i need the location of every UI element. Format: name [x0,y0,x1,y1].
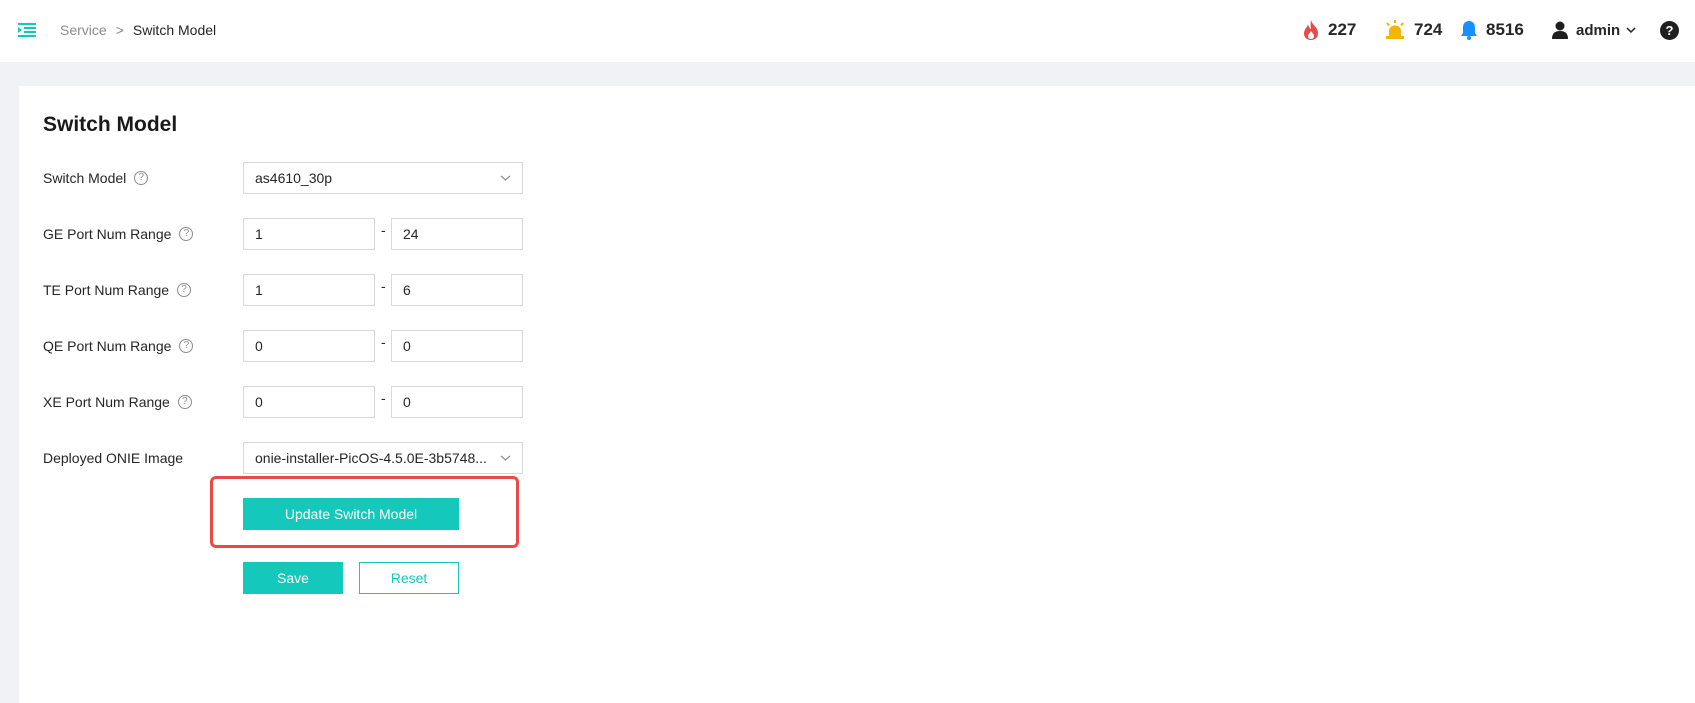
ge-range-to-input[interactable]: 24 [391,218,523,250]
critical-alarm-count: 227 [1328,20,1357,39]
breadcrumb-current: Switch Model [132,22,217,38]
warning-alarm-count: 724 [1414,20,1443,39]
onie-image-value: onie-installer-PicOS-4.5.0E-3b5748... [255,450,487,466]
qe-range-to-input[interactable]: 0 [391,330,523,362]
xe-range-to-input[interactable]: 0 [391,386,523,418]
question-circle-icon[interactable]: ? [177,283,192,297]
te-range-label-text: TE Port Num Range [43,282,170,298]
chevron-down-icon [500,455,511,461]
save-button[interactable]: Save [243,562,343,594]
switch-model-label-text: Switch Model [43,170,127,186]
ge-range-label: GE Port Num Range ? [43,218,194,250]
range-separator: - [381,278,386,294]
bell-icon [1461,21,1477,40]
question-circle-icon[interactable]: ? [179,339,194,353]
chevron-down-icon [1626,27,1636,33]
switch-model-select[interactable]: as4610_30p [243,162,523,194]
onie-image-label: Deployed ONIE Image [43,450,184,466]
ge-range-label-text: GE Port Num Range [43,226,172,242]
qe-range-label: QE Port Num Range ? [43,330,194,362]
breadcrumb-separator: > [115,22,124,38]
te-range-to-input[interactable]: 6 [391,274,523,306]
question-circle-icon[interactable]: ? [177,395,192,409]
top-header: Service > Switch Model 227 724 8516 admin [0,0,1695,62]
page-title: Switch Model [43,113,178,136]
switch-model-value: as4610_30p [255,170,333,186]
xe-range-from-input[interactable]: 0 [243,386,375,418]
te-range-label: TE Port Num Range ? [43,274,192,306]
question-circle-icon[interactable]: ? [179,227,194,241]
siren-icon [1386,20,1404,39]
question-circle-icon[interactable]: ? [134,171,149,185]
xe-range-label-text: XE Port Num Range [43,394,170,410]
user-menu[interactable]: admin [1552,19,1636,41]
ge-range-from-input[interactable]: 1 [243,218,375,250]
qe-range-from-input[interactable]: 0 [243,330,375,362]
reset-button[interactable]: Reset [359,562,459,594]
fire-icon [1304,20,1318,40]
critical-alarm-counter[interactable]: 227 [1302,18,1356,42]
breadcrumb-service-link[interactable]: Service [60,22,107,38]
xe-range-label: XE Port Num Range ? [43,386,192,418]
te-range-from-input[interactable]: 1 [243,274,375,306]
help-icon[interactable]: ? [1660,21,1679,40]
menu-toggle-icon[interactable] [18,22,36,38]
user-icon [1552,21,1568,39]
user-name: admin [1576,21,1621,39]
switch-model-label: Switch Model ? [43,162,149,194]
range-separator: - [381,222,386,238]
onie-image-select[interactable]: onie-installer-PicOS-4.5.0E-3b5748... [243,442,523,474]
breadcrumb: Service > Switch Model [60,21,216,39]
range-separator: - [381,334,386,350]
update-switch-model-button[interactable]: Update Switch Model [243,498,459,530]
chevron-down-icon [500,175,511,181]
qe-range-label-text: QE Port Num Range [43,338,172,354]
notification-counter[interactable]: 8516 [1460,18,1524,42]
notification-count: 8516 [1486,20,1524,39]
warning-alarm-counter[interactable]: 724 [1384,18,1442,42]
range-separator: - [381,390,386,406]
